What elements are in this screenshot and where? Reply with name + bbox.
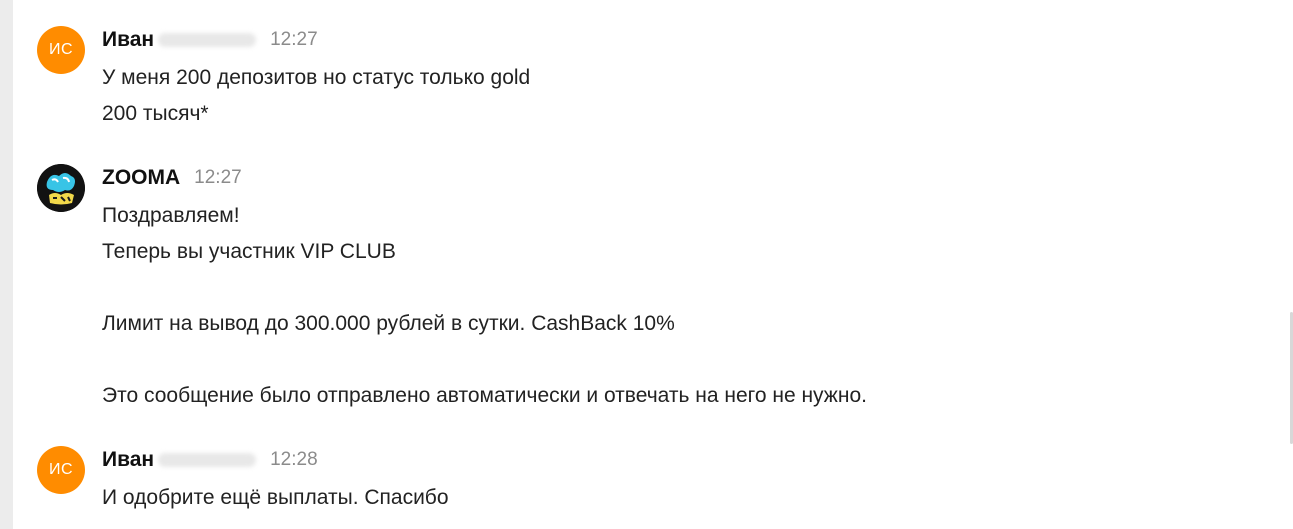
- message-header: Иван 12:28: [102, 446, 1202, 474]
- avatar-initials: ИС: [48, 461, 74, 478]
- empty-line: [102, 270, 1202, 306]
- left-panel-edge: [0, 0, 13, 529]
- avatar-initials: ИС: [48, 41, 74, 58]
- message-line: 200 тысяч*: [102, 102, 209, 125]
- message-time: 12:28: [270, 449, 318, 470]
- redacted-surname: [158, 453, 257, 467]
- avatar[interactable]: ИС: [37, 26, 85, 74]
- redacted-surname: [158, 33, 257, 47]
- message-content: ZOOMA 12:27 Поздравляем! Теперь вы участ…: [102, 164, 1202, 414]
- message-header: ZOOMA 12:27: [102, 164, 1202, 192]
- message-line: У меня 200 депозитов но статус только go…: [102, 66, 531, 89]
- message-line: Поздравляем!: [102, 204, 240, 227]
- avatar[interactable]: ИС: [37, 446, 85, 494]
- message-line: Лимит на вывод до 300.000 рублей в сутки…: [102, 312, 675, 335]
- message-header: Иван 12:27: [102, 26, 1202, 54]
- author-name[interactable]: Иван: [102, 28, 154, 52]
- message-line: Это сообщение было отправлено автоматиче…: [102, 384, 867, 407]
- message-line: Теперь вы участник VIP CLUB: [102, 240, 396, 263]
- author-name[interactable]: ZOOMA: [102, 166, 180, 190]
- empty-line: [102, 342, 1202, 378]
- message-line: И одобрите ещё выплаты. Спасибо: [102, 486, 449, 509]
- message-content: Иван 12:27 У меня 200 депозитов но стату…: [102, 26, 1202, 132]
- message-content: Иван 12:28 И одобрите ещё выплаты. Спаси…: [102, 446, 1202, 516]
- zooma-logo-icon[interactable]: [37, 164, 85, 212]
- author-name[interactable]: Иван: [102, 448, 154, 472]
- message-time: 12:27: [270, 29, 318, 50]
- message-time: 12:27: [194, 167, 242, 188]
